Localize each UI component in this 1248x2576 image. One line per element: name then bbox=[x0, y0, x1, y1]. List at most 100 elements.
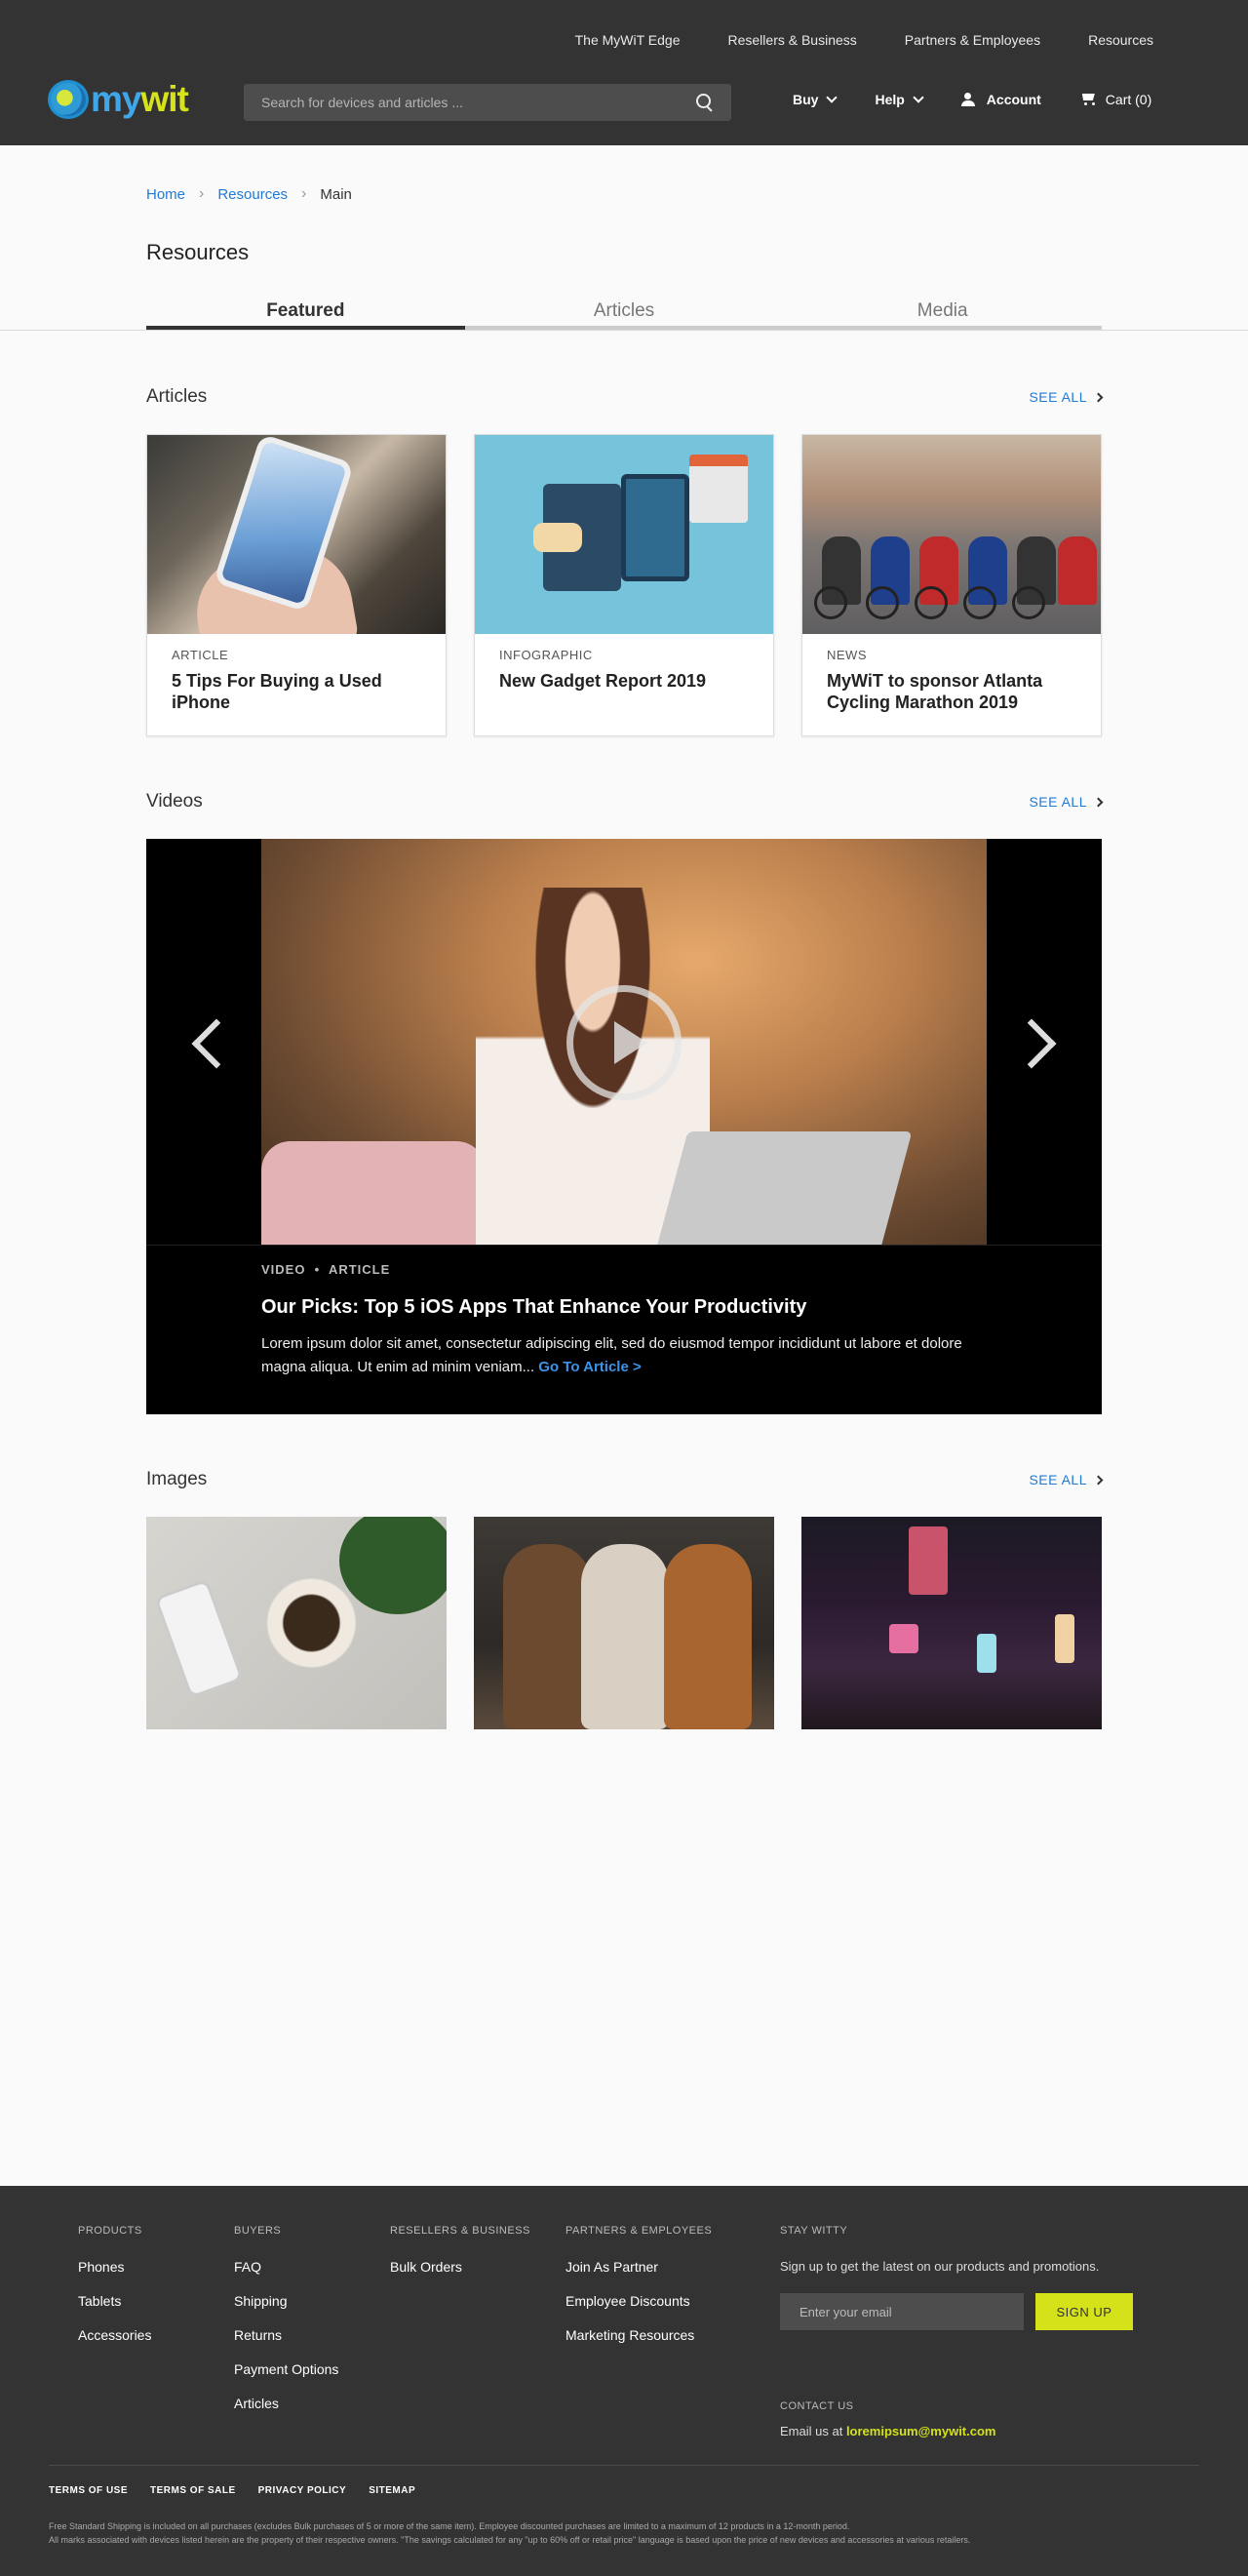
newsletter-signup: STAY WITTY Sign up to get the latest on … bbox=[780, 2225, 1160, 2330]
footer-products: PRODUCTS Phones Tablets Accessories bbox=[78, 2225, 151, 2361]
email-field[interactable] bbox=[780, 2293, 1024, 2330]
article-cards: ARTICLE 5 Tips For Buying a Used iPhone … bbox=[146, 434, 1102, 736]
tab-featured[interactable]: Featured bbox=[146, 300, 465, 330]
footer-link[interactable]: Returns bbox=[234, 2327, 338, 2361]
help-menu[interactable]: Help bbox=[875, 91, 924, 107]
fine-print: Free Standard Shipping is included on al… bbox=[49, 2519, 1199, 2547]
sitemap-link[interactable]: SITEMAP bbox=[369, 2485, 415, 2496]
video-meta: VIDEO • ARTICLE Our Picks: Top 5 iOS App… bbox=[261, 1262, 987, 1379]
cart-link[interactable]: Cart (0) bbox=[1080, 92, 1151, 107]
footer-link[interactable]: Tablets bbox=[78, 2293, 151, 2327]
footer-link[interactable]: Marketing Resources bbox=[566, 2327, 712, 2361]
footer-heading: PARTNERS & EMPLOYEES bbox=[566, 2225, 713, 2237]
cyclists-image bbox=[802, 435, 1101, 634]
tab-articles[interactable]: Articles bbox=[464, 300, 784, 330]
chevron-right-icon: › bbox=[199, 185, 205, 202]
chevron-right-icon bbox=[1093, 392, 1104, 402]
article-card[interactable]: NEWS MyWiT to sponsor Atlanta Cycling Ma… bbox=[801, 434, 1102, 736]
footer-heading: BUYERS bbox=[234, 2225, 282, 2237]
video-kicker: VIDEO • ARTICLE bbox=[261, 1262, 391, 1277]
footer-resellers: RESELLERS & BUSINESS Bulk Orders bbox=[390, 2225, 530, 2293]
fine-print-line: Free Standard Shipping is included on al… bbox=[49, 2521, 850, 2531]
videos-header: Videos SEE ALL bbox=[146, 790, 1104, 813]
card-type: INFOGRAPHIC bbox=[499, 648, 593, 662]
images-see-all-link[interactable]: SEE ALL bbox=[1029, 1472, 1104, 1487]
video-title[interactable]: Our Picks: Top 5 iOS Apps That Enhance Y… bbox=[261, 1296, 987, 1319]
search-input[interactable] bbox=[261, 95, 696, 110]
site-footer: PRODUCTS Phones Tablets Accessories BUYE… bbox=[0, 2186, 1248, 2576]
footer-link[interactable]: Shipping bbox=[234, 2293, 338, 2327]
contact-us: CONTACT US Email us at loremipsum@mywit.… bbox=[780, 2400, 995, 2438]
terms-of-sale-link[interactable]: TERMS OF SALE bbox=[150, 2485, 236, 2496]
video-thumbnail[interactable] bbox=[261, 839, 987, 1245]
carousel-prev-arrow-icon[interactable] bbox=[185, 1014, 224, 1073]
chevron-right-icon bbox=[1093, 1475, 1104, 1485]
sign-up-button[interactable]: SIGN UP bbox=[1035, 2293, 1133, 2330]
footer-link[interactable]: Payment Options bbox=[234, 2361, 338, 2396]
articles-title: Articles bbox=[146, 386, 208, 407]
footer-link[interactable]: Phones bbox=[78, 2259, 151, 2293]
videos-title: Videos bbox=[146, 791, 203, 812]
iphone-in-hand-image bbox=[147, 435, 446, 634]
video-description: Lorem ipsum dolor sit amet, consectetur … bbox=[261, 1335, 962, 1375]
logo[interactable]: mywit bbox=[48, 79, 189, 120]
privacy-policy-link[interactable]: PRIVACY POLICY bbox=[258, 2485, 347, 2496]
footer-partners: PARTNERS & EMPLOYEES Join As Partner Emp… bbox=[566, 2225, 712, 2361]
chevron-right-icon: › bbox=[301, 185, 307, 202]
top-nav: The MyWiT Edge Resellers & Business Part… bbox=[527, 32, 1153, 48]
footer-divider bbox=[49, 2465, 1199, 2466]
topnav-mywit-edge[interactable]: The MyWiT Edge bbox=[575, 32, 681, 48]
site-header: The MyWiT Edge Resellers & Business Part… bbox=[0, 0, 1248, 145]
topnav-resellers[interactable]: Resellers & Business bbox=[728, 32, 857, 48]
help-label: Help bbox=[875, 92, 905, 107]
video-carousel: VIDEO • ARTICLE Our Picks: Top 5 iOS App… bbox=[146, 839, 1102, 1414]
page-title: Resources bbox=[146, 240, 250, 264]
tab-bar: Featured Articles Media bbox=[146, 300, 1103, 330]
account-link[interactable]: Account bbox=[960, 92, 1041, 107]
footer-link[interactable]: Articles bbox=[234, 2396, 338, 2430]
topnav-partners[interactable]: Partners & Employees bbox=[905, 32, 1040, 48]
footer-link[interactable]: Accessories bbox=[78, 2327, 151, 2361]
buy-menu[interactable]: Buy bbox=[793, 91, 838, 107]
night-alley-image[interactable] bbox=[801, 1517, 1102, 1729]
fine-print-line: All marks associated with devices listed… bbox=[49, 2535, 971, 2545]
search-icon[interactable] bbox=[696, 94, 714, 111]
terms-of-use-link[interactable]: TERMS OF USE bbox=[49, 2485, 128, 2496]
footer-link[interactable]: Employee Discounts bbox=[566, 2293, 712, 2327]
footer-heading: STAY WITTY bbox=[780, 2225, 848, 2237]
main-nav: Buy Help Account Cart (0) bbox=[793, 91, 1190, 107]
buy-label: Buy bbox=[793, 92, 819, 107]
logo-text: mywit bbox=[91, 79, 189, 119]
tab-media[interactable]: Media bbox=[783, 300, 1103, 330]
article-card[interactable]: INFOGRAPHIC New Gadget Report 2019 bbox=[474, 434, 774, 736]
coffee-phone-image[interactable] bbox=[146, 1517, 447, 1729]
articles-section: Articles SEE ALL ARTICLE 5 Tips For Buyi… bbox=[146, 385, 1104, 736]
article-card[interactable]: ARTICLE 5 Tips For Buying a Used iPhone bbox=[146, 434, 447, 736]
main-content: Home › Resources › Main Resources Featur… bbox=[0, 184, 1248, 1729]
footer-link[interactable]: Bulk Orders bbox=[390, 2259, 530, 2293]
go-to-article-link[interactable]: Go To Article > bbox=[538, 1359, 641, 1375]
chevron-right-icon bbox=[1093, 797, 1104, 807]
articles-header: Articles SEE ALL bbox=[146, 385, 1104, 409]
breadcrumb-resources[interactable]: Resources bbox=[217, 186, 288, 203]
topnav-resources[interactable]: Resources bbox=[1088, 32, 1153, 48]
image-gallery bbox=[146, 1517, 1102, 1729]
chevron-down-icon bbox=[913, 91, 924, 103]
contact-email-link[interactable]: loremipsum@mywit.com bbox=[846, 2424, 996, 2438]
cart-label: Cart (0) bbox=[1105, 92, 1152, 107]
card-type: NEWS bbox=[827, 648, 867, 662]
breadcrumb-home[interactable]: Home bbox=[146, 186, 185, 203]
gadget-infographic-image bbox=[475, 435, 773, 634]
carousel-next-arrow-icon[interactable] bbox=[1024, 1014, 1063, 1073]
articles-see-all-link[interactable]: SEE ALL bbox=[1029, 389, 1104, 405]
dogs-image[interactable] bbox=[474, 1517, 774, 1729]
videos-see-all-link[interactable]: SEE ALL bbox=[1029, 794, 1104, 810]
see-all-label: SEE ALL bbox=[1029, 389, 1087, 405]
chevron-down-icon bbox=[826, 91, 838, 103]
see-all-label: SEE ALL bbox=[1029, 794, 1087, 810]
brain-logo-icon bbox=[48, 80, 89, 119]
play-icon[interactable] bbox=[566, 985, 682, 1100]
footer-link[interactable]: FAQ bbox=[234, 2259, 338, 2293]
footer-link[interactable]: Join As Partner bbox=[566, 2259, 712, 2293]
account-label: Account bbox=[986, 92, 1041, 107]
